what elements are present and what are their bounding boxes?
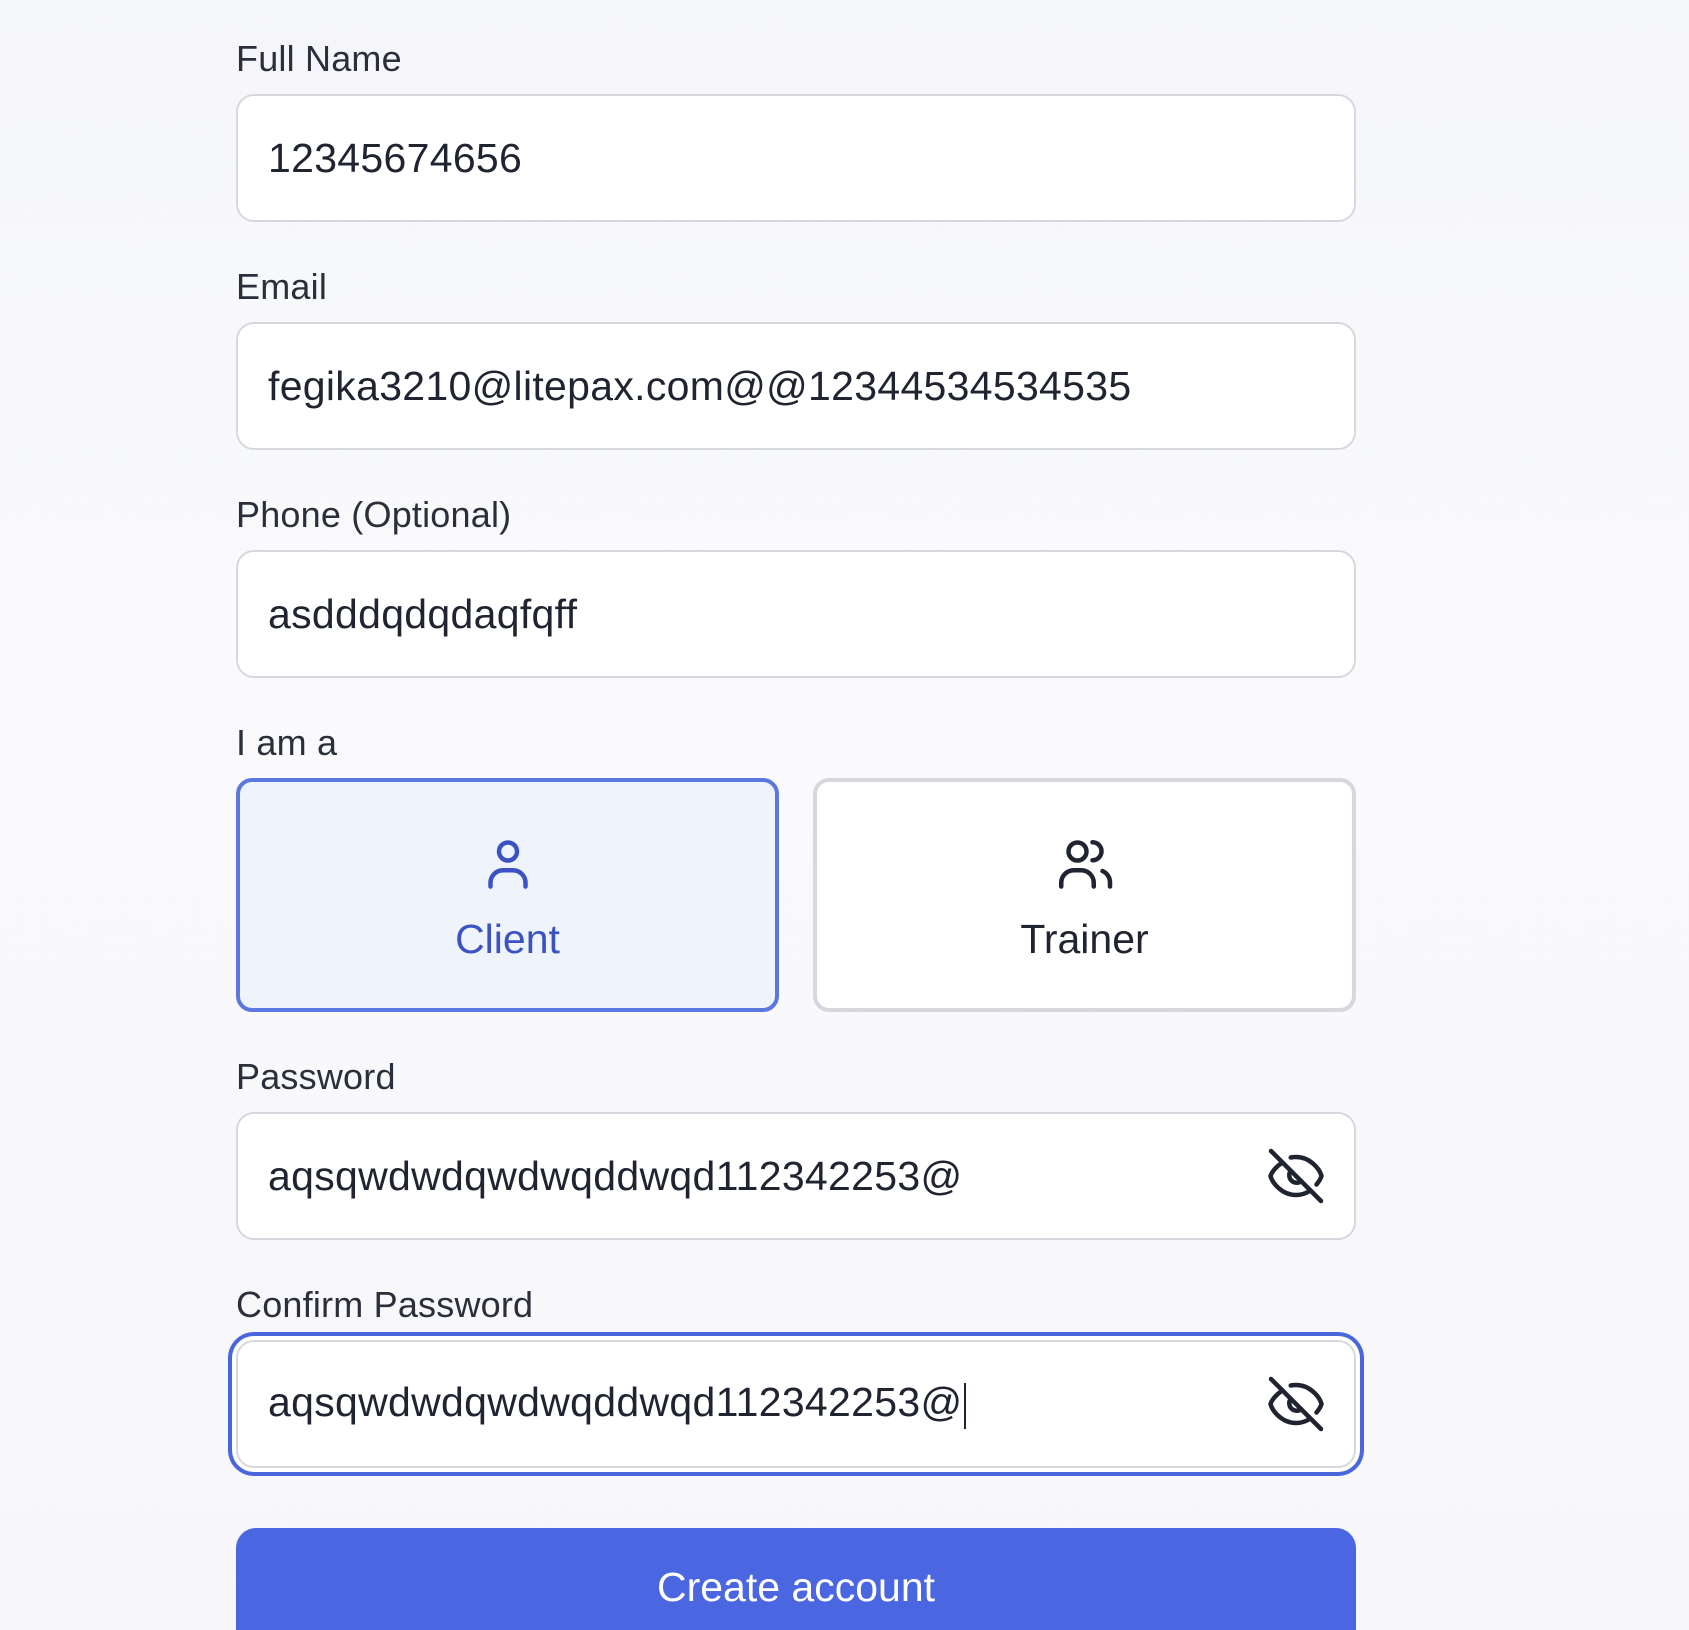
eye-off-icon[interactable] xyxy=(1266,1374,1326,1434)
phone-value: asdddqdqdaqfqff xyxy=(268,590,578,637)
password-input[interactable]: aqsqwdwdqwdwqddwqd112342253@ xyxy=(236,1112,1356,1240)
role-option-client[interactable]: Client xyxy=(236,778,779,1012)
confirm-password-value: aqsqwdwdqwdwqddwqd112342253@ xyxy=(268,1379,967,1429)
text-caret xyxy=(964,1382,967,1429)
email-value: fegika3210@litepax.com@@12344534534535 xyxy=(268,362,1132,409)
role-option-trainer[interactable]: Trainer xyxy=(813,778,1356,1012)
confirm-password-label: Confirm Password xyxy=(236,1284,534,1325)
phone-label: Phone (Optional) xyxy=(236,494,512,535)
full-name-label: Full Name xyxy=(236,38,402,79)
create-account-button[interactable]: Create account xyxy=(236,1528,1356,1630)
role-selector: Client Trainer xyxy=(236,778,1356,1012)
password-label: Password xyxy=(236,1056,396,1097)
users-icon xyxy=(1058,839,1112,889)
confirm-password-input[interactable]: aqsqwdwdqwdwqddwqd112342253@ xyxy=(236,1340,1356,1468)
phone-input[interactable]: asdddqdqdaqfqff xyxy=(236,550,1356,678)
eye-off-icon[interactable] xyxy=(1266,1146,1326,1206)
role-label: I am a xyxy=(236,722,338,763)
email-label: Email xyxy=(236,266,328,307)
full-name-value: 12345674656 xyxy=(268,134,523,181)
email-input[interactable]: fegika3210@litepax.com@@12344534534535 xyxy=(236,322,1356,450)
password-value: aqsqwdwdqwdwqddwqd112342253@ xyxy=(268,1152,963,1199)
full-name-input[interactable]: 12345674656 xyxy=(236,94,1356,222)
user-icon xyxy=(487,839,528,889)
role-option-client-label: Client xyxy=(455,915,560,962)
role-option-trainer-label: Trainer xyxy=(1020,915,1149,962)
